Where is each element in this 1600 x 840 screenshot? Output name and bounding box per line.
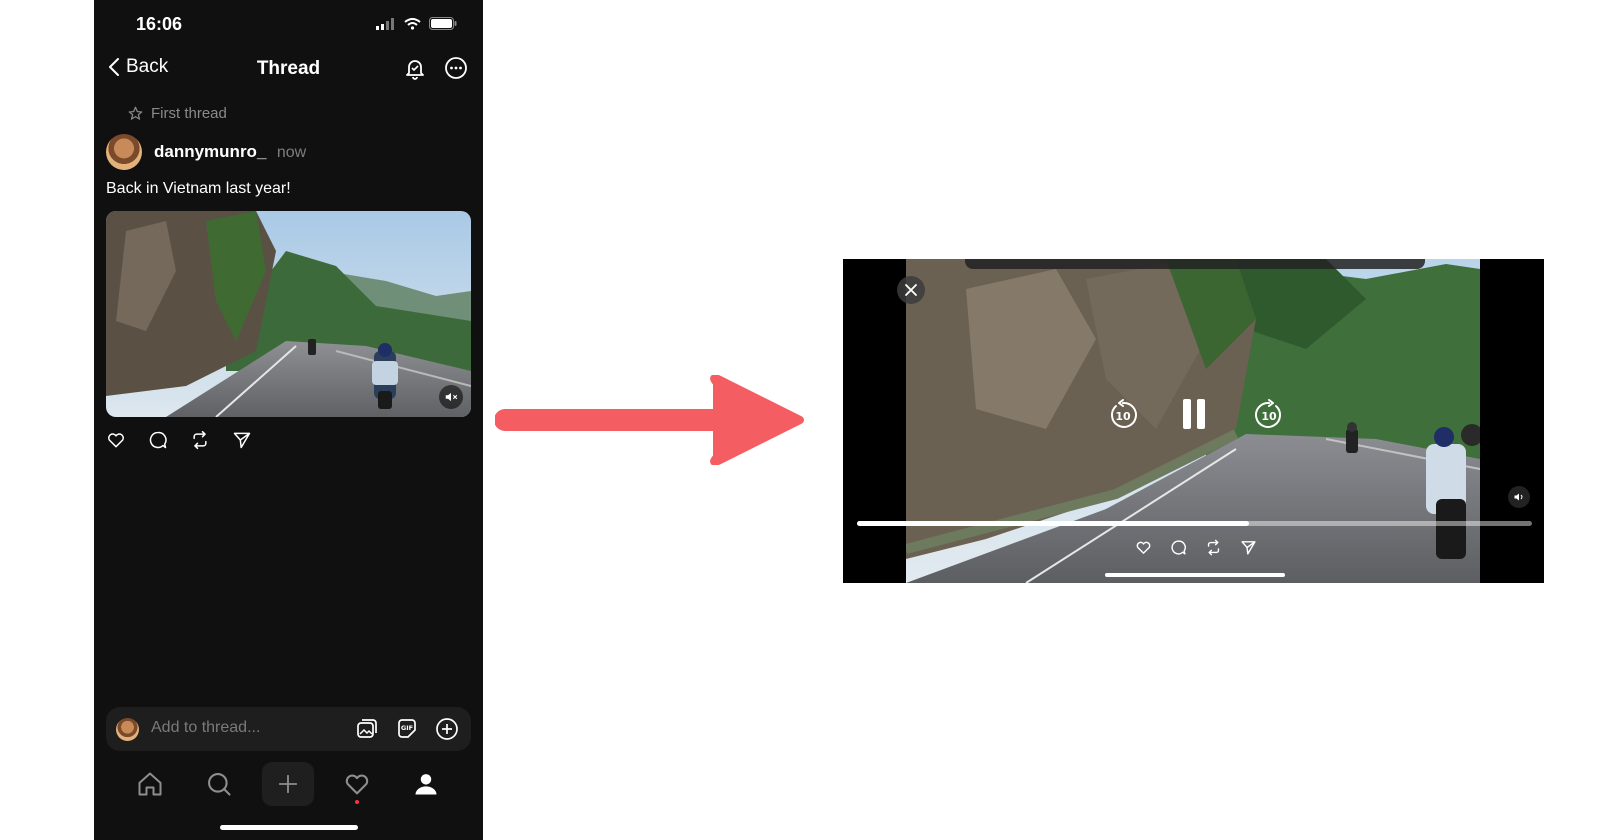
like-button[interactable] bbox=[1135, 539, 1152, 556]
heart-icon bbox=[1136, 541, 1151, 554]
fullscreen-video-player[interactable]: 10 10 bbox=[843, 259, 1544, 583]
volume-button[interactable] bbox=[1508, 486, 1530, 508]
progress-fill bbox=[857, 521, 1249, 526]
search-icon bbox=[208, 773, 231, 796]
plus-icon bbox=[278, 774, 298, 794]
progress-bar[interactable] bbox=[857, 521, 1532, 526]
close-button[interactable] bbox=[897, 276, 925, 304]
player-actions bbox=[1135, 539, 1257, 556]
add-circle-icon[interactable] bbox=[435, 717, 459, 741]
top-handle bbox=[965, 259, 1425, 269]
signal-icon bbox=[376, 17, 394, 30]
tab-create[interactable] bbox=[262, 762, 314, 806]
compose-input[interactable]: Add to thread... bbox=[151, 719, 260, 737]
repost-icon bbox=[193, 430, 207, 450]
more-options-button[interactable] bbox=[444, 56, 468, 85]
bottom-tab-bar bbox=[94, 762, 483, 812]
heart-icon bbox=[108, 433, 124, 448]
more-icon bbox=[445, 57, 467, 79]
skip-forward-label: 10 bbox=[1261, 410, 1277, 423]
gif-icon[interactable]: GIF bbox=[395, 717, 419, 741]
comment-button[interactable] bbox=[1170, 539, 1187, 556]
pause-button[interactable] bbox=[1179, 397, 1209, 436]
comment-icon bbox=[149, 431, 167, 449]
rewind-10-icon: 10 bbox=[1111, 399, 1137, 428]
like-button[interactable] bbox=[106, 430, 126, 450]
avatar[interactable] bbox=[106, 134, 142, 170]
send-icon bbox=[1241, 541, 1256, 555]
post-timestamp: now bbox=[276, 144, 307, 161]
wifi-icon bbox=[404, 17, 421, 30]
tab-profile[interactable] bbox=[400, 762, 452, 806]
post-video[interactable] bbox=[106, 211, 471, 417]
post-header: dannymunro_ now bbox=[106, 134, 306, 170]
first-thread-text: First thread bbox=[151, 105, 227, 122]
first-thread-label: First thread bbox=[128, 105, 227, 122]
forward-10-icon: 10 bbox=[1255, 399, 1281, 428]
mute-toggle-button[interactable] bbox=[439, 385, 463, 409]
phone-screen: 16:06 Back Thread First thread dannymunr… bbox=[94, 0, 483, 840]
skip-back-label: 10 bbox=[1115, 410, 1131, 423]
post-actions bbox=[106, 430, 252, 450]
status-time: 16:06 bbox=[136, 14, 183, 34]
tab-home[interactable] bbox=[124, 762, 176, 806]
comment-button[interactable] bbox=[148, 430, 168, 450]
skip-back-button[interactable]: 10 bbox=[1107, 399, 1139, 436]
profile-icon bbox=[415, 774, 437, 795]
star-icon bbox=[128, 106, 143, 120]
home-indicator bbox=[1105, 573, 1285, 577]
speaker-muted-icon bbox=[445, 392, 458, 402]
compose-icons: GIF bbox=[355, 717, 459, 741]
video-thumbnail bbox=[106, 211, 471, 417]
comment-icon bbox=[1171, 540, 1186, 555]
send-icon bbox=[233, 432, 251, 449]
svg-text:GIF: GIF bbox=[401, 724, 413, 732]
bell-icon bbox=[406, 60, 424, 80]
tab-activity[interactable] bbox=[331, 762, 383, 806]
repost-button[interactable] bbox=[1205, 539, 1222, 556]
pause-icon bbox=[1183, 399, 1205, 429]
notification-bell-button[interactable] bbox=[403, 56, 427, 85]
skip-forward-button[interactable]: 10 bbox=[1253, 399, 1285, 436]
speaker-icon bbox=[1514, 493, 1523, 501]
avatar bbox=[116, 718, 139, 741]
share-button[interactable] bbox=[1240, 539, 1257, 556]
tab-search[interactable] bbox=[193, 762, 245, 806]
battery-icon bbox=[429, 17, 457, 30]
repost-icon bbox=[1207, 539, 1220, 556]
home-indicator bbox=[220, 825, 358, 830]
notification-dot bbox=[355, 800, 359, 804]
status-icons bbox=[376, 17, 457, 30]
close-icon bbox=[905, 284, 917, 296]
share-button[interactable] bbox=[232, 430, 252, 450]
repost-button[interactable] bbox=[190, 430, 210, 450]
heart-icon bbox=[345, 774, 369, 795]
home-icon bbox=[138, 772, 162, 796]
post-username[interactable]: dannymunro_ bbox=[154, 142, 266, 161]
thread-nav-bar: Back Thread bbox=[94, 50, 483, 90]
transition-arrow bbox=[495, 375, 804, 465]
gallery-icon[interactable] bbox=[355, 717, 379, 741]
status-bar: 16:06 bbox=[94, 0, 483, 50]
compose-bar[interactable]: Add to thread... GIF bbox=[106, 707, 471, 751]
post-text: Back in Vietnam last year! bbox=[106, 180, 291, 197]
